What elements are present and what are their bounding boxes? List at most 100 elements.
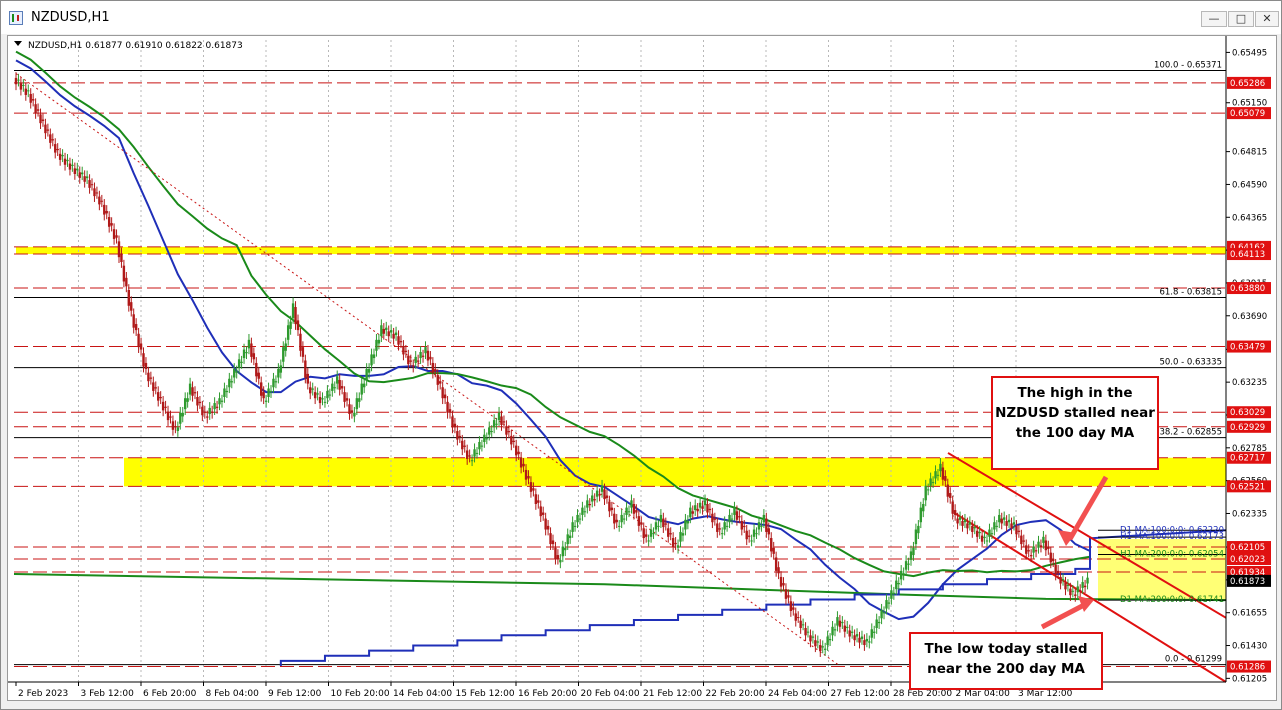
candle-body: [193, 392, 197, 394]
candle-body: [1020, 535, 1023, 545]
candle-body: [1044, 540, 1048, 551]
x-tick-label: 16 Feb 20:00: [518, 689, 577, 699]
candle-body: [939, 463, 942, 472]
candle-body: [286, 325, 290, 340]
candle-body: [860, 636, 864, 639]
candle-body: [245, 352, 248, 354]
close-button[interactable]: ✕: [1255, 11, 1279, 27]
candle-body: [544, 518, 547, 530]
candle-body: [127, 289, 130, 306]
candle-body: [774, 557, 778, 571]
candle-body: [880, 609, 883, 619]
candle-body: [664, 523, 667, 525]
y-tick-label: 0.62335: [1232, 509, 1267, 519]
candle-body: [54, 144, 57, 153]
candle-body: [49, 134, 52, 143]
candle-body: [995, 525, 999, 527]
candle-body: [206, 416, 209, 418]
candle-body: [237, 359, 241, 368]
candle-body: [220, 400, 224, 402]
x-tick-label: 28 Feb 20:00: [893, 689, 952, 699]
candle-body: [586, 500, 589, 508]
candle-body: [929, 478, 932, 486]
candle-body: [990, 533, 994, 535]
price-chart[interactable]: 100.0 - 0.65371 61.8 - 0.63815 50.0 - 0.63…: [8, 36, 1276, 700]
candle-body: [213, 403, 216, 410]
candle-body: [985, 540, 989, 542]
candle-body: [904, 561, 908, 570]
candle-body: [500, 416, 503, 425]
candle-body: [973, 527, 976, 529]
maximize-button[interactable]: □: [1228, 11, 1254, 27]
candle-body: [149, 377, 153, 379]
candle-body: [95, 192, 99, 194]
candle-body: [264, 400, 268, 402]
candle-body: [122, 265, 126, 282]
candle-body: [262, 392, 265, 399]
candle-body: [667, 528, 670, 537]
moving-averages: [13, 50, 1227, 666]
candle-body: [541, 512, 545, 515]
candle-body: [215, 406, 219, 408]
candle-body: [483, 434, 486, 442]
candle-body: [446, 401, 449, 413]
candle-body: [745, 530, 748, 540]
candle-body: [181, 412, 184, 417]
candle-body: [1027, 550, 1030, 552]
candle-body: [637, 516, 641, 526]
candle-body: [1071, 590, 1075, 592]
candle-body: [615, 519, 618, 523]
candle-body: [527, 476, 530, 479]
dropdown-icon[interactable]: [14, 41, 22, 46]
candle-body: [291, 303, 295, 318]
low-annotation-text: near the 200 day MA: [927, 661, 1085, 677]
candle-body: [826, 636, 829, 646]
candle-body: [980, 535, 984, 542]
candle-body: [892, 592, 896, 594]
x-tick-label: 9 Feb 12:00: [268, 689, 322, 699]
y-tick-label: 0.63235: [1232, 378, 1267, 388]
candle-body: [804, 628, 807, 636]
candle-body: [274, 381, 278, 383]
chart-area[interactable]: 100.0 - 0.65371 61.8 - 0.63815 50.0 - 0.63…: [7, 35, 1277, 701]
fibonacci-label: 61.8 - 0.63815: [1159, 288, 1222, 298]
candle-body: [443, 394, 447, 399]
candle-body: [627, 511, 631, 513]
candle-body: [201, 406, 204, 416]
minimize-button[interactable]: —: [1201, 11, 1227, 27]
candle-body: [738, 516, 741, 518]
candle-body: [924, 485, 927, 501]
candle-body: [676, 545, 680, 548]
candle-body: [299, 333, 302, 351]
candle-body: [66, 159, 69, 162]
candle-body: [144, 362, 148, 370]
candle-body: [549, 533, 552, 545]
candle-body: [17, 79, 20, 81]
candle-body: [480, 445, 484, 447]
candle-body: [284, 343, 287, 351]
candle-body: [456, 431, 459, 440]
candle-body: [1069, 588, 1072, 596]
candle-body: [71, 164, 74, 166]
candle-body: [1056, 570, 1060, 574]
candle-body: [68, 163, 72, 170]
candle-body: [870, 629, 873, 638]
candle-body: [770, 538, 773, 552]
candle-body: [640, 522, 643, 525]
candle-body: [779, 576, 783, 587]
candle-body: [387, 331, 390, 337]
candle-body: [461, 440, 464, 450]
candle-body: [902, 573, 905, 575]
candle-body: [1000, 518, 1003, 524]
y-tick-label: 0.64815: [1232, 148, 1267, 158]
candle-body: [836, 617, 839, 626]
candle-body: [718, 528, 721, 530]
candle-body: [375, 339, 378, 351]
candle-body: [1017, 530, 1021, 532]
candle-body: [218, 398, 221, 405]
candle-body: [608, 501, 611, 512]
terminal-window: NZDUSD,H1 — □ ✕ 100.0 - 0.65371 61.8 - 0.…: [0, 0, 1282, 710]
candle-body: [694, 505, 697, 511]
candle-body: [367, 369, 371, 373]
candle-body: [240, 361, 243, 363]
